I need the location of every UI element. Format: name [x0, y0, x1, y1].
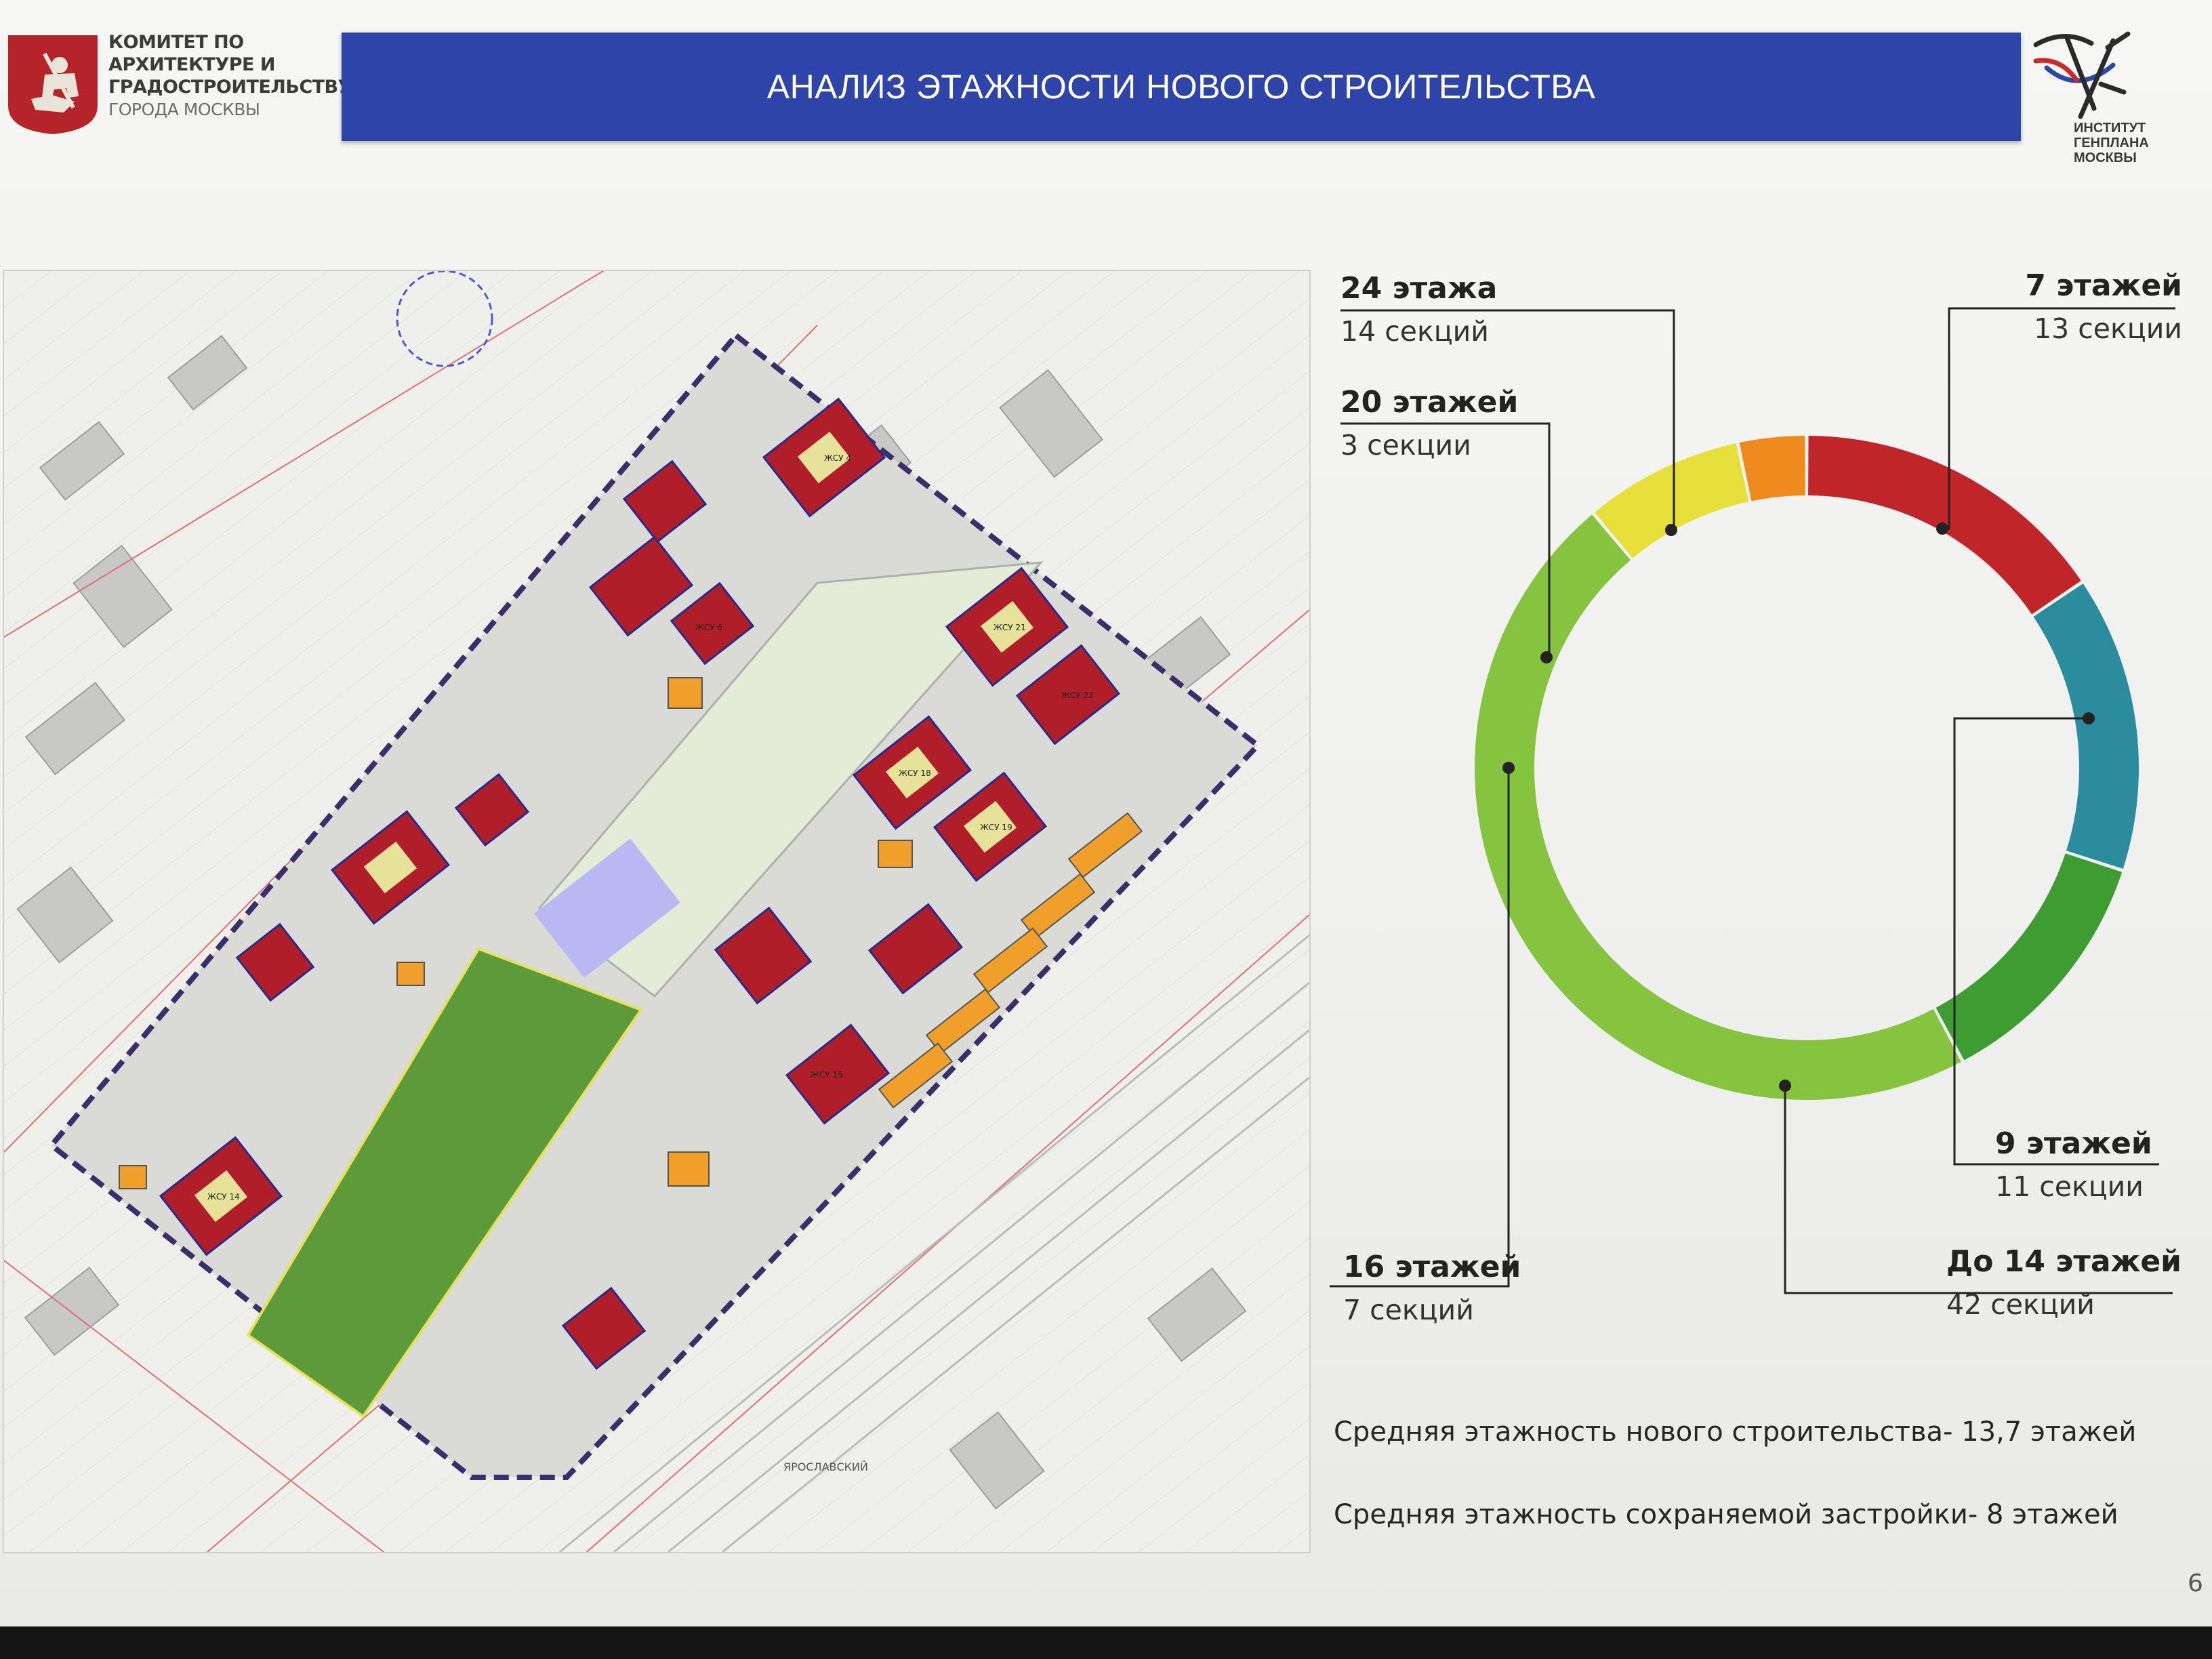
- leader-line-16: [1330, 768, 1510, 1288]
- donut-slice-floors-9: [1936, 853, 2123, 1061]
- floors-16-title: 16 этажей: [1343, 1250, 1521, 1284]
- donut-slice-floors-7: [2033, 583, 2139, 869]
- district-label: ЖСУ 21: [994, 623, 1026, 632]
- floors-24-title: 24 этажа: [1340, 271, 1498, 306]
- floors-20-sections: 3 секции: [1340, 429, 1471, 462]
- donut-slice-floors-20: [1739, 436, 1805, 501]
- floors-24-sections: 14 секций: [1340, 315, 1489, 348]
- donut-slice-floors-24: [1808, 436, 2081, 615]
- floors-up-to-14-title: До 14 этажей: [1946, 1244, 2182, 1279]
- institute-line-3: МОСКВЫ: [2074, 150, 2137, 165]
- average-preserved-buildings-note: Средняя этажность сохраняемой застройки-…: [1334, 1499, 2118, 1530]
- donut-slice-floors-16: [1595, 443, 1749, 558]
- page-number: 6: [2188, 1570, 2203, 1597]
- institute-logo: [2033, 31, 2131, 119]
- committee-line-2: АРХИТЕКТУРЕ И: [108, 54, 276, 75]
- leader-dots: [1502, 523, 2095, 1092]
- floors-7-sections: 13 секции: [2034, 312, 2182, 345]
- floors-9-sections: 11 секции: [1995, 1170, 2144, 1203]
- district-label: ЖСУ 19: [980, 823, 1012, 832]
- floors-9-title: 9 этажей: [1995, 1126, 2152, 1161]
- slide-title: АНАЛИЗ ЭТАЖНОСТИ НОВОГО СТРОИТЕЛЬСТВА: [766, 68, 1596, 106]
- label-up-to-14-floors: До 14 этажей 42 секций: [1946, 1244, 2182, 1321]
- floors-7-title: 7 этажей: [2025, 268, 2182, 303]
- district-label: ЖСУ 15: [811, 1070, 843, 1080]
- institute-line-2: ГЕНПЛАНА: [2074, 136, 2149, 150]
- slide: КОМИТЕТ ПО АРХИТЕКТУРЕ И ГРАДОСТРОИТЕЛЬС…: [0, 0, 2212, 1626]
- title-bar: АНАЛИЗ ЭТАЖНОСТИ НОВОГО СТРОИТЕЛЬСТВА: [342, 33, 2021, 141]
- floors-20-title: 20 этажей: [1340, 385, 1519, 419]
- donut-slices: [1474, 436, 2139, 1101]
- committee-line-3: ГРАДОСТРОИТЕЛЬСТВУ: [108, 77, 352, 98]
- committee-name: КОМИТЕТ ПО АРХИТЕКТУРЕ И ГРАДОСТРОИТЕЛЬС…: [108, 31, 352, 121]
- floors-16-sections: 7 секций: [1343, 1294, 1474, 1326]
- label-20-floors: 20 этажей 3 секции: [1340, 385, 1518, 462]
- district-label: ЖСУ 14: [207, 1192, 240, 1202]
- institute-name: ИНСТИТУТ ГЕНПЛАНА МОСКВЫ: [2074, 121, 2169, 165]
- institute-line-1: ИНСТИТУТ: [2074, 121, 2146, 136]
- district-label: ЖСУ 22: [1061, 691, 1094, 700]
- label-7-floors: 7 этажей 13 секции: [1979, 268, 2182, 345]
- station-label: ЯРОСЛАВСКИЙ: [783, 1460, 868, 1473]
- committee-line-4: ГОРОДА МОСКВЫ: [108, 100, 260, 119]
- committee-line-1: КОМИТЕТ ПО: [108, 32, 244, 53]
- label-24-floors: 24 этажа 14 секций: [1340, 271, 1497, 348]
- district-label: ЖСУ 6: [695, 623, 722, 632]
- district-label: ЖСУ 18: [899, 769, 931, 778]
- floors-up-to-14-sections: 42 секций: [1946, 1288, 2095, 1321]
- label-9-floors: 9 этажей 11 секции: [1995, 1126, 2152, 1203]
- district-label: ЖСУ 4: [824, 453, 851, 463]
- site-plan-map: ЯРОСЛАВСКИЙ ЖСУ 4 ЖСУ 6 ЖСУ 21 ЖСУ 22 ЖС…: [3, 270, 1311, 1553]
- donut-slice-floors-up-to-14: [1474, 514, 1961, 1101]
- average-new-construction-note: Средняя этажность нового строительства- …: [1334, 1416, 2137, 1448]
- leader-line-9: [1953, 717, 2159, 1166]
- screen-bezel-bottom: [0, 1626, 2212, 1659]
- label-16-floors: 16 этажей 7 секций: [1343, 1250, 1521, 1326]
- moscow-coat-of-arms-logo: [8, 35, 98, 134]
